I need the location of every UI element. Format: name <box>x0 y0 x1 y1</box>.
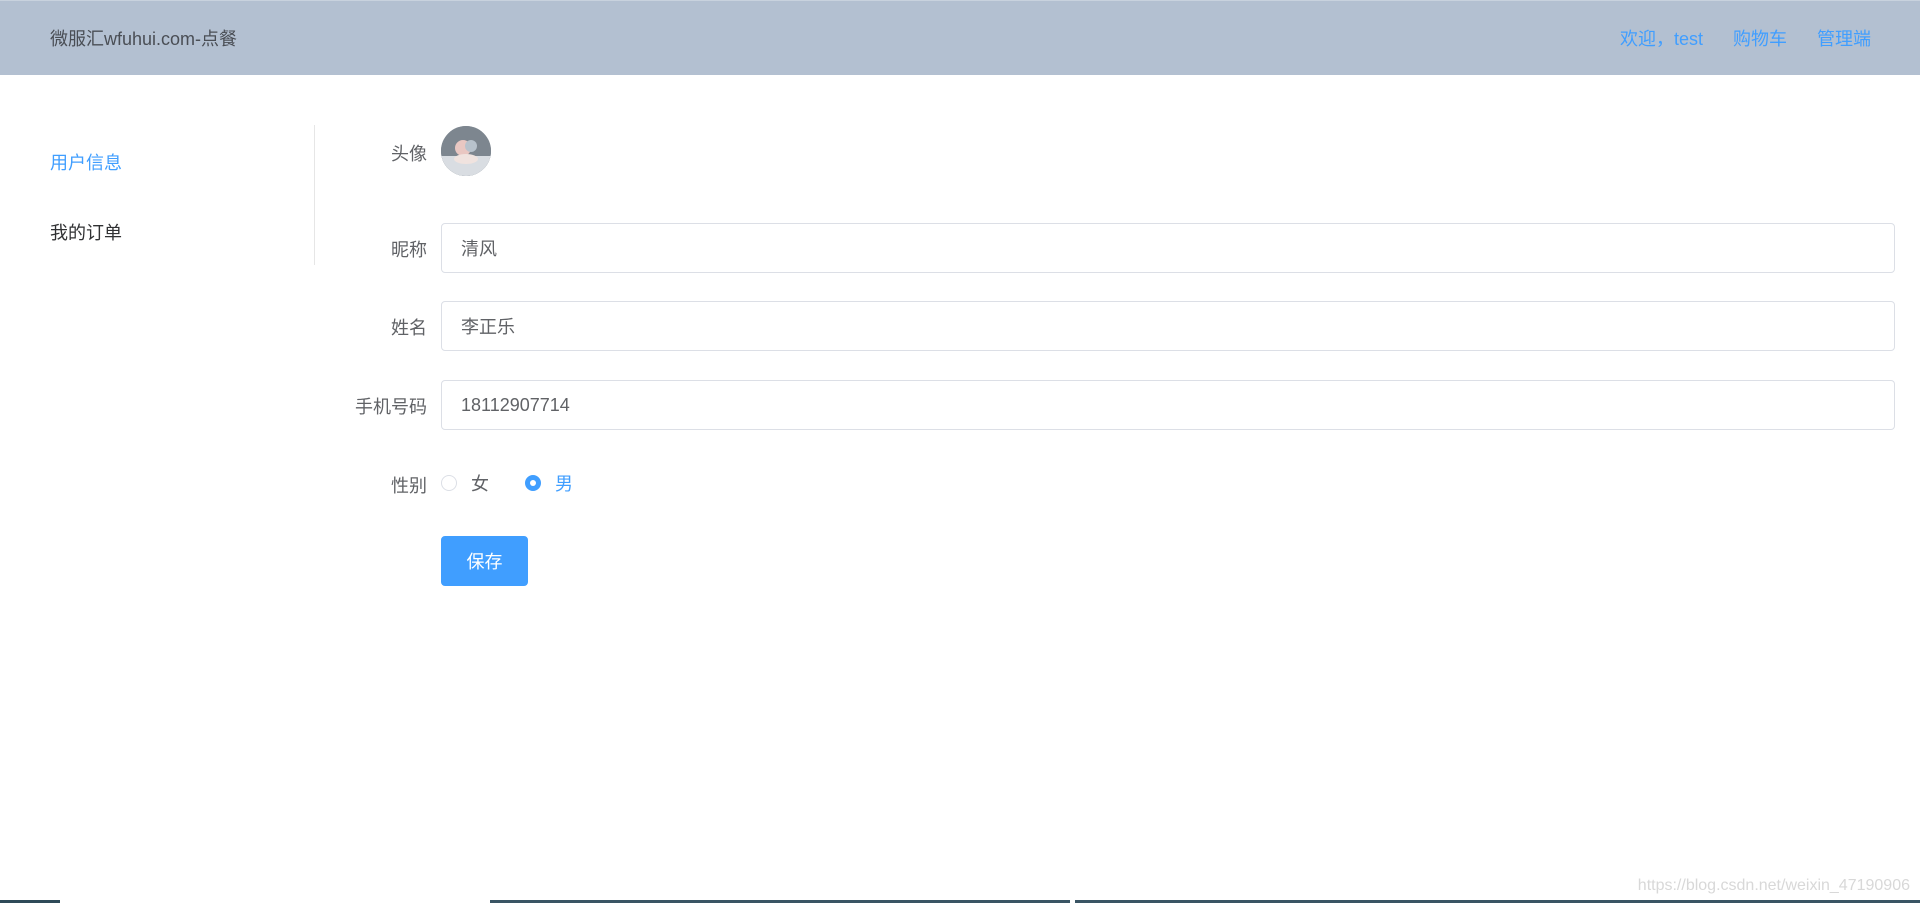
nickname-label: 昵称 <box>391 240 427 260</box>
radio-unchecked-icon[interactable] <box>441 475 457 491</box>
phone-field[interactable] <box>441 380 1895 430</box>
gender-option-female[interactable]: 女 <box>441 470 489 496</box>
top-nav: 欢迎，test 购物车 管理端 <box>1620 1 1871 78</box>
gender-option-label: 男 <box>555 474 573 494</box>
avatar-label: 头像 <box>391 144 427 164</box>
gender-radio-group: 女 男 <box>441 470 609 496</box>
gender-label: 性别 <box>391 476 427 496</box>
avatar-image-icon <box>441 126 491 176</box>
name-field[interactable] <box>441 301 1895 351</box>
welcome-link[interactable]: 欢迎，test <box>1620 1 1703 78</box>
cart-link[interactable]: 购物车 <box>1733 1 1787 78</box>
nickname-field[interactable] <box>441 223 1895 273</box>
brand-title[interactable]: 微服汇wfuhui.com-点餐 <box>50 1 237 78</box>
sidebar-item-user-info[interactable]: 用户信息 <box>50 149 122 175</box>
phone-label: 手机号码 <box>355 397 427 417</box>
avatar[interactable] <box>441 126 491 176</box>
save-button[interactable]: 保存 <box>441 536 528 586</box>
watermark: https://blog.csdn.net/weixin_47190906 <box>1637 877 1910 894</box>
radio-checked-icon[interactable] <box>525 475 541 491</box>
gender-option-label: 女 <box>471 474 489 494</box>
top-header: 微服汇wfuhui.com-点餐 欢迎，test 购物车 管理端 <box>0 0 1920 75</box>
sidebar: 用户信息 我的订单 <box>0 125 315 265</box>
admin-link[interactable]: 管理端 <box>1817 1 1871 78</box>
sidebar-item-my-orders[interactable]: 我的订单 <box>50 219 122 245</box>
name-label: 姓名 <box>391 318 427 338</box>
gender-option-male[interactable]: 男 <box>525 470 573 496</box>
